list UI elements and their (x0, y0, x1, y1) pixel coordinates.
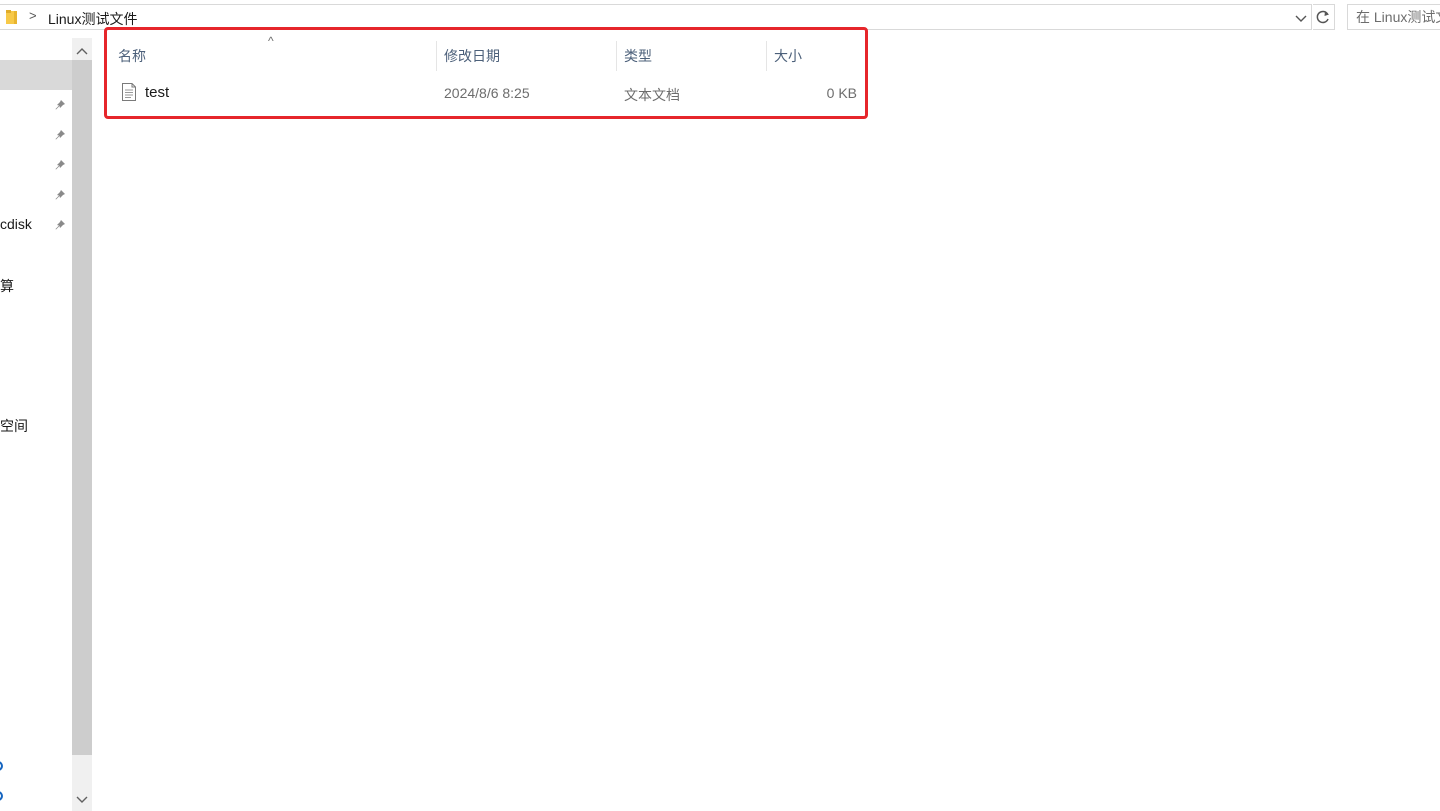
breadcrumb-current-folder[interactable]: Linux测试文件 (48, 9, 137, 29)
network-icon[interactable] (0, 760, 4, 772)
pin-icon[interactable] (54, 129, 66, 141)
scroll-up-icon[interactable] (72, 40, 92, 62)
breadcrumb-chevron-icon[interactable]: > (29, 8, 37, 23)
column-divider[interactable] (436, 41, 437, 71)
file-row[interactable]: test 2024/8/6 8:25 文本文档 0 KB (106, 78, 866, 112)
column-header-date[interactable]: 修改日期 (444, 41, 500, 71)
nav-item-cloud[interactable]: 云算 (0, 276, 14, 296)
search-input[interactable] (1348, 5, 1440, 29)
column-header-name[interactable]: 名称 (118, 41, 146, 71)
column-divider[interactable] (616, 41, 617, 71)
sort-ascending-icon: ^ (268, 34, 274, 48)
chevron-down-icon[interactable] (1292, 9, 1310, 27)
refresh-button[interactable] (1313, 4, 1335, 30)
file-list: ^ 名称 修改日期 类型 大小 test 2024/8/6 8:25 文本文档 … (106, 34, 866, 118)
nav-item-cdisk[interactable]: cdisk (0, 216, 32, 232)
pin-icon[interactable] (54, 159, 66, 171)
nav-item-sync-space[interactable]: 步空间 (0, 416, 28, 436)
column-header-type[interactable]: 类型 (624, 41, 652, 71)
file-modified-date: 2024/8/6 8:25 (444, 85, 530, 101)
file-type: 文本文档 (624, 87, 680, 103)
nav-selected-item[interactable] (0, 60, 72, 90)
navigation-pane: cdisk 云算 步空间 ) ) (0, 38, 92, 811)
text-document-icon (122, 83, 136, 101)
network-icon[interactable] (0, 790, 4, 802)
file-name[interactable]: test (145, 84, 169, 101)
search-box[interactable] (1347, 4, 1440, 30)
refresh-icon (1316, 10, 1329, 24)
scroll-thumb[interactable] (72, 60, 92, 755)
nav-scrollbar[interactable] (72, 38, 92, 811)
column-divider[interactable] (766, 41, 767, 71)
address-bar[interactable]: > Linux测试文件 (0, 4, 1312, 30)
pin-icon[interactable] (54, 99, 66, 111)
pin-icon[interactable] (54, 219, 66, 231)
column-header-size[interactable]: 大小 (774, 41, 802, 71)
file-size: 0 KB (826, 85, 857, 101)
scroll-down-icon[interactable] (72, 789, 92, 811)
pin-icon[interactable] (54, 189, 66, 201)
folder-icon (6, 10, 17, 24)
